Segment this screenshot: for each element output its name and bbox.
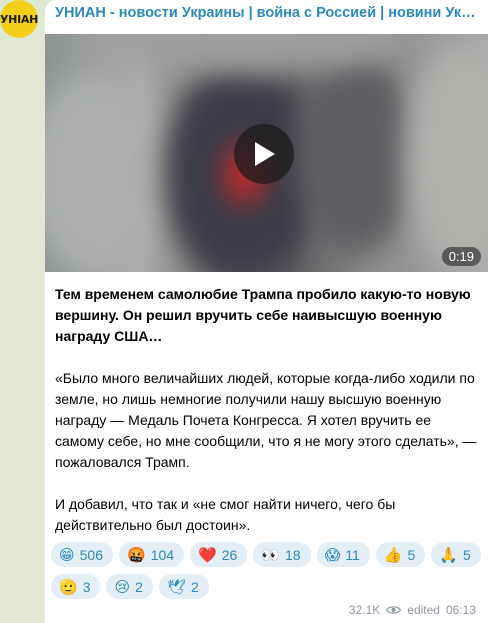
video-blur-shape <box>405 44 488 272</box>
video-player[interactable]: 0:19 <box>45 34 488 272</box>
message-time: 06:13 <box>445 603 476 617</box>
channel-avatar[interactable]: УНIAН <box>0 0 38 38</box>
angry-emoji-icon: 🤬 <box>127 545 146 564</box>
reaction-pray[interactable]: 🙏 5 <box>431 542 481 567</box>
grin-emoji-icon: 😁 <box>59 545 75 564</box>
video-duration: 0:19 <box>441 247 481 266</box>
message-paragraph: «Было много величайших людей, которые ко… <box>55 370 477 470</box>
dove-emoji-icon: 🕊 <box>166 577 186 596</box>
reaction-grin[interactable]: 😁 506 <box>51 542 113 567</box>
avatar-logo-text: УНIAН <box>0 12 38 26</box>
reaction-eyes[interactable]: 👀 18 <box>253 542 311 567</box>
thumbs-up-emoji-icon: 👍 <box>383 545 403 564</box>
reaction-count: 2 <box>190 578 199 595</box>
reactions-bar: 😁 506 🤬 104 ❤️ 26 👀 18 😱 11 👍 5 🙏 5 🫡 3 … <box>51 542 481 599</box>
scream-emoji-icon: 😱 <box>324 545 341 564</box>
channel-title[interactable]: УНИАН - новости Украины | война с Россие… <box>55 5 480 21</box>
play-icon <box>255 142 275 166</box>
reaction-heart[interactable]: ❤️ 26 <box>190 542 248 567</box>
reaction-count: 5 <box>462 546 471 563</box>
reaction-count: 18 <box>285 546 301 563</box>
reaction-count: 506 <box>79 546 103 563</box>
reaction-thumbs-up[interactable]: 👍 5 <box>375 542 426 567</box>
eyes-emoji-icon: 👀 <box>261 545 280 564</box>
view-count: 32.1K <box>348 603 381 617</box>
reaction-count: 26 <box>221 546 238 563</box>
reaction-salute[interactable]: 🫡 3 <box>51 574 101 599</box>
edited-label: edited <box>407 603 440 617</box>
heart-emoji-icon: ❤️ <box>198 545 217 564</box>
reaction-count: 104 <box>150 546 175 563</box>
message-paragraph: Тем временем самолюбие Трампа пробило ка… <box>55 286 471 344</box>
eye-icon <box>386 606 402 614</box>
reaction-angry[interactable]: 🤬 104 <box>119 542 185 567</box>
message-paragraph: И добавил, что так и «не смог найти ниче… <box>55 496 396 533</box>
message-bubble: УНИАН - новости Украины | война с Россие… <box>45 0 488 623</box>
reaction-count: 3 <box>82 578 91 595</box>
reaction-count: 11 <box>345 546 360 563</box>
pray-emoji-icon: 🙏 <box>439 545 458 564</box>
cry-emoji-icon: 😢 <box>114 577 131 596</box>
reaction-count: 5 <box>407 546 416 563</box>
reaction-cry[interactable]: 😢 2 <box>106 574 153 599</box>
reaction-count: 2 <box>135 578 143 595</box>
message-text: Тем временем самолюбие Трампа пробило ка… <box>55 284 478 557</box>
reaction-dove[interactable]: 🕊 2 <box>158 574 209 599</box>
play-button[interactable] <box>234 124 294 184</box>
salute-emoji-icon: 🫡 <box>59 577 78 596</box>
reaction-scream[interactable]: 😱 11 <box>316 542 370 567</box>
video-blur-shape <box>45 74 165 272</box>
message-meta: 32.1K edited 06:13 <box>349 603 476 617</box>
video-blur-shape <box>295 54 415 254</box>
